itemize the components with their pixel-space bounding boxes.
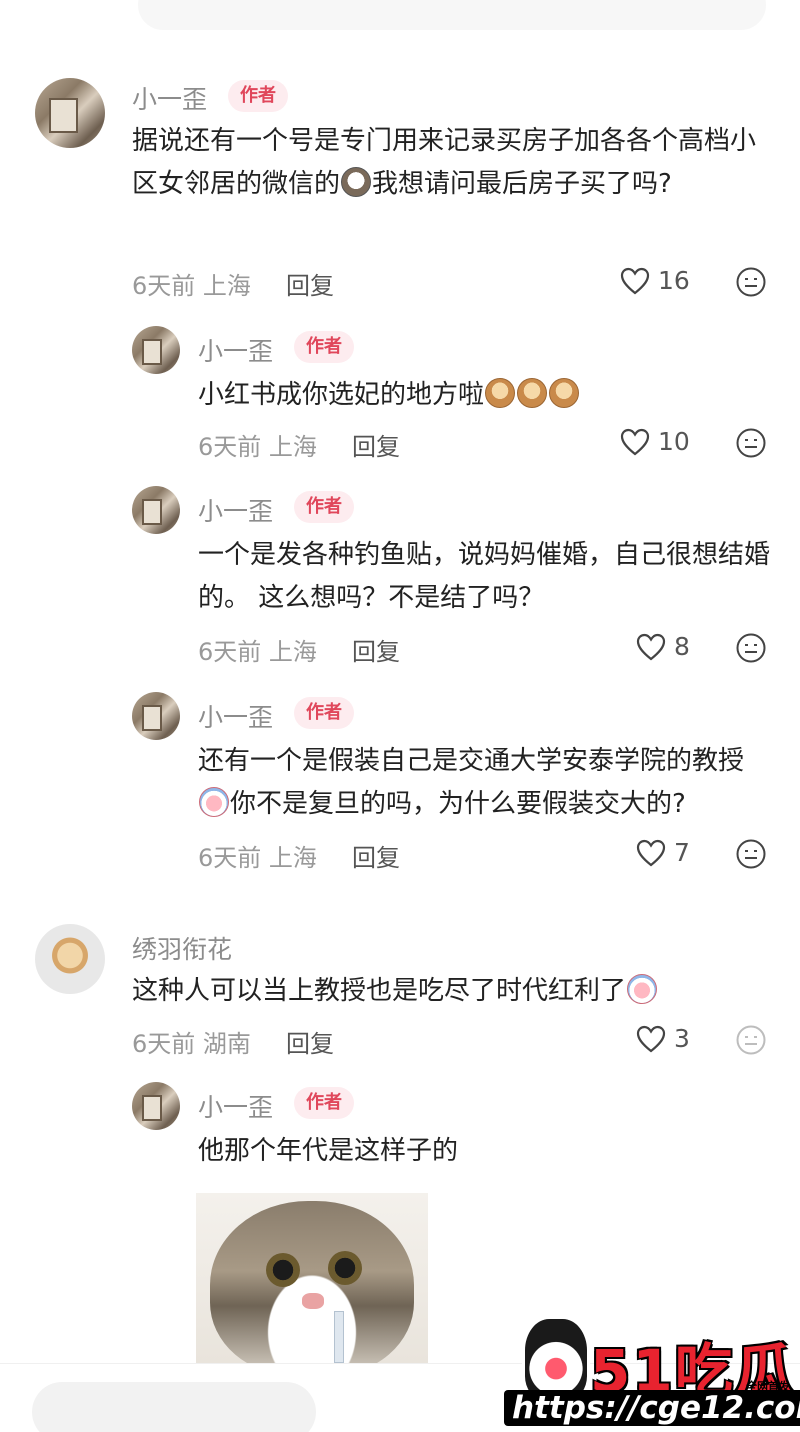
heart-icon <box>636 839 666 867</box>
comment-location: 上海 <box>268 433 317 461</box>
top-search-pill[interactable] <box>138 0 766 30</box>
dog-emoji <box>517 378 548 408</box>
author-badge: 作者 <box>294 331 354 363</box>
author-badge: 作者 <box>294 491 354 523</box>
heart-icon <box>620 267 650 295</box>
crying-emoji <box>199 787 229 817</box>
comment-text: 他那个年代是这样子的 <box>198 1136 459 1166</box>
comment-text-part: 还有一个是假装自己是交通大学安泰学院的教授 <box>198 746 745 776</box>
comment-text-part: 这种人可以当上教授也是吃尽了时代红利了 <box>132 976 627 1006</box>
comment-text: 这种人可以当上教授也是吃尽了时代红利了 <box>132 970 772 1013</box>
cat-head <box>210 1201 414 1363</box>
like-count: 7 <box>674 838 690 867</box>
comment-time: 6天前 <box>198 844 262 872</box>
cat-nose <box>302 1293 324 1309</box>
reply-button[interactable]: 回复 <box>286 266 334 301</box>
watermark: 51吃瓜 全网首发 https://cge12.com <box>500 1310 800 1432</box>
dog-emoji <box>341 167 372 197</box>
emoji-face-icon[interactable] <box>735 1024 767 1056</box>
like-count: 3 <box>674 1024 690 1053</box>
comment-location: 上海 <box>268 638 317 666</box>
comment-text: 小红书成你选妃的地方啦 <box>198 374 768 417</box>
heart-icon <box>636 633 666 661</box>
cat-sticker-image[interactable] <box>196 1193 428 1363</box>
like-button[interactable]: 16 <box>620 266 690 295</box>
author-badge: 作者 <box>228 80 288 112</box>
author-name[interactable]: 小一歪 <box>198 332 273 368</box>
author-badge: 作者 <box>294 697 354 729</box>
reply-button[interactable]: 回复 <box>352 632 400 667</box>
watermark-url: https://cge12.com <box>504 1390 800 1426</box>
like-button[interactable]: 7 <box>636 838 690 867</box>
comment-time: 6天前 <box>132 1030 196 1058</box>
comment-input[interactable] <box>32 1382 316 1432</box>
emoji-face-icon[interactable] <box>735 838 767 870</box>
comment-text: 一个是发各种钓鱼贴，说妈妈催婚，自己很想结婚的。 这么想吗？不是结了吗？ <box>198 540 771 613</box>
dog-emoji <box>549 378 580 408</box>
comment-text: 据说还有一个号是专门用来记录买房子加各各个高档小区女邻居的微信的 我想请问最后房子… <box>132 120 772 206</box>
comment-location: 湖南 <box>202 1030 251 1058</box>
top-bar <box>0 0 800 34</box>
heart-icon <box>620 428 650 456</box>
avatar[interactable] <box>132 692 180 740</box>
comment-meta: 6天前 上海 <box>198 632 317 667</box>
comment-meta: 6天前 上海 <box>198 427 317 462</box>
like-button[interactable]: 3 <box>636 1024 690 1053</box>
author-name[interactable]: 小一歪 <box>198 1088 273 1124</box>
comment-meta: 6天前 上海 <box>198 838 317 873</box>
like-button[interactable]: 10 <box>620 427 690 456</box>
avatar[interactable] <box>35 924 105 994</box>
heart-icon <box>636 1025 666 1053</box>
comment-time: 6天前 <box>198 433 262 461</box>
comment-location: 上海 <box>268 844 317 872</box>
comment-meta: 6天前 上海 <box>132 266 251 301</box>
straw <box>334 1311 344 1363</box>
cat-eye <box>266 1253 300 1287</box>
emoji-face-icon[interactable] <box>735 266 767 298</box>
dog-emoji <box>485 378 516 408</box>
author-name[interactable]: 小一歪 <box>132 80 207 116</box>
author-name[interactable]: 小一歪 <box>198 492 273 528</box>
reply-button[interactable]: 回复 <box>352 838 400 873</box>
author-name[interactable]: 绣羽衔花 <box>132 930 232 966</box>
avatar[interactable] <box>132 1082 180 1130</box>
avatar[interactable] <box>132 326 180 374</box>
like-button[interactable]: 8 <box>636 632 690 661</box>
avatar[interactable] <box>132 486 180 534</box>
avatar[interactable] <box>35 78 105 148</box>
reply-button[interactable]: 回复 <box>352 427 400 462</box>
author-name[interactable]: 小一歪 <box>198 698 273 734</box>
like-count: 8 <box>674 632 690 661</box>
comment-time: 6天前 <box>198 638 262 666</box>
like-count: 16 <box>658 266 690 295</box>
comment-text: 还有一个是假装自己是交通大学安泰学院的教授你不是复旦的吗，为什么要假装交大的? <box>198 740 770 826</box>
crying-emoji <box>627 974 658 1004</box>
comment-text-part: 你不是复旦的吗，为什么要假装交大的? <box>230 789 686 819</box>
emoji-face-icon[interactable] <box>735 632 767 664</box>
like-count: 10 <box>658 427 690 456</box>
author-badge: 作者 <box>294 1087 354 1119</box>
comment-meta: 6天前 湖南 <box>132 1024 251 1059</box>
emoji-face-icon[interactable] <box>735 427 767 459</box>
comment-text-part: 小红书成你选妃的地方啦 <box>198 380 485 410</box>
comment-time: 6天前 <box>132 272 196 300</box>
comment-location: 上海 <box>202 272 251 300</box>
comment-text-part: 我想请问最后房子买了吗? <box>372 169 672 199</box>
reply-button[interactable]: 回复 <box>286 1024 334 1059</box>
cat-eye <box>328 1251 362 1285</box>
